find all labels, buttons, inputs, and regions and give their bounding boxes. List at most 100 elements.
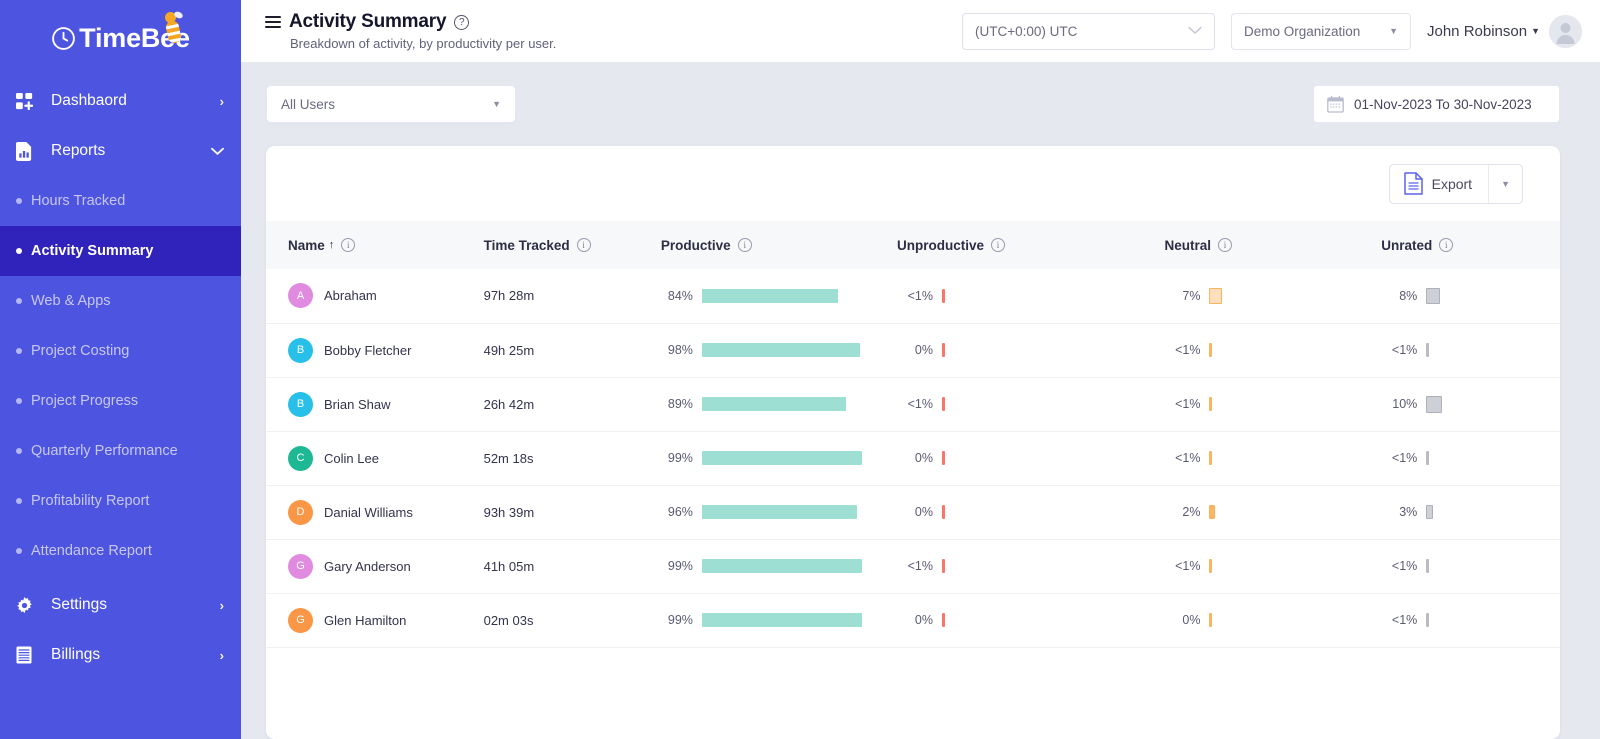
- info-icon[interactable]: i: [1218, 238, 1232, 252]
- neutral-bar: [1209, 343, 1213, 357]
- unproductive-percent: 0%: [914, 613, 933, 627]
- column-header-productive[interactable]: Productive i: [640, 221, 874, 269]
- bullet-icon: [16, 298, 22, 304]
- table-row[interactable]: G Gary Anderson 41h 05m 99% <1% <1% <1%: [266, 539, 1560, 594]
- info-icon[interactable]: i: [1439, 238, 1454, 252]
- user-filter-select[interactable]: All Users ▼: [266, 85, 516, 123]
- hamburger-icon[interactable]: [265, 16, 281, 28]
- cell-unrated: <1%: [1357, 431, 1560, 486]
- organization-select[interactable]: Demo Organization ▼: [1231, 12, 1411, 50]
- cell-name: G Glen Hamilton: [266, 593, 464, 648]
- cell-unrated: 10%: [1357, 377, 1560, 432]
- sidebar-item-label: Attendance Report: [31, 543, 152, 559]
- productive-percent: 99%: [667, 559, 693, 573]
- sidebar-item-label: Dashbaord: [51, 92, 127, 109]
- sidebar-item-billings[interactable]: Billings ›: [0, 630, 241, 680]
- gear-icon: [16, 596, 40, 614]
- avatar: B: [288, 391, 313, 417]
- sidebar-item-reports[interactable]: Reports: [0, 126, 241, 176]
- user-menu[interactable]: John Robinson ▼: [1427, 14, 1582, 48]
- unrated-percent: <1%: [1391, 451, 1418, 465]
- table-row[interactable]: C Colin Lee 52m 18s 99% 0% <1% <1%: [266, 431, 1560, 486]
- table-row[interactable]: B Bobby Fletcher 49h 25m 98% 0% <1% <1%: [266, 323, 1560, 378]
- column-label: Name: [288, 237, 325, 253]
- app-logo[interactable]: TimeBee: [0, 0, 241, 76]
- unproductive-percent: <1%: [907, 288, 933, 303]
- unrated-bar: [1426, 395, 1443, 413]
- activity-summary-table: Name ↑ i Time Tracked i Productive i Unp…: [266, 221, 1560, 648]
- unrated-percent: <1%: [1391, 613, 1418, 627]
- cell-unproductive: 0%: [873, 593, 1143, 648]
- sidebar-item-hours-tracked[interactable]: Hours Tracked: [0, 176, 241, 226]
- productive-percent: 98%: [667, 343, 693, 357]
- sidebar-item-profitability-report[interactable]: Profitability Report: [0, 476, 241, 526]
- date-range-picker[interactable]: 01-Nov-2023 To 30-Nov-2023: [1313, 85, 1560, 123]
- info-icon[interactable]: i: [990, 238, 1005, 252]
- sidebar-item-label: Hours Tracked: [31, 193, 126, 209]
- sidebar-item-attendance-report[interactable]: Attendance Report: [0, 526, 241, 576]
- cell-unproductive: <1%: [873, 377, 1143, 432]
- sidebar-item-label: Billings: [51, 646, 101, 663]
- sidebar-item-project-progress[interactable]: Project Progress: [0, 376, 241, 426]
- question-mark-icon[interactable]: ?: [454, 14, 470, 30]
- sidebar-item-web-and-apps[interactable]: Web & Apps: [0, 276, 241, 326]
- sort-ascending-icon[interactable]: ↑: [329, 239, 335, 251]
- cell-unproductive: 0%: [873, 323, 1143, 378]
- chevron-down-icon: ▼: [1389, 26, 1398, 36]
- export-dropdown-toggle[interactable]: ▼: [1488, 164, 1522, 203]
- user-name-text: Glen Hamilton: [324, 612, 407, 628]
- info-icon[interactable]: i: [576, 238, 591, 252]
- sidebar-item-project-costing[interactable]: Project Costing: [0, 326, 241, 376]
- sidebar-item-label: Project Costing: [31, 343, 130, 359]
- avatar: D: [288, 499, 313, 525]
- productive-percent: 96%: [667, 505, 693, 519]
- bullet-icon: [16, 248, 22, 254]
- table-row[interactable]: G Glen Hamilton 02m 03s 99% 0% 0% <1%: [266, 593, 1560, 648]
- cell-unproductive: <1%: [873, 539, 1143, 594]
- info-icon[interactable]: i: [737, 238, 752, 252]
- avatar: C: [288, 445, 313, 471]
- column-header-neutral[interactable]: Neutral i: [1142, 221, 1358, 269]
- cell-productive: 98%: [640, 323, 874, 378]
- card-toolbar: Export ▼: [266, 146, 1560, 221]
- productive-bar: [701, 343, 861, 357]
- table-row[interactable]: B Brian Shaw 26h 42m 89% <1% <1% 10%: [266, 377, 1560, 432]
- unrated-bar: [1426, 559, 1430, 573]
- sidebar-item-activity-summary[interactable]: Activity Summary: [0, 226, 241, 276]
- info-icon[interactable]: i: [341, 238, 356, 252]
- organization-value: Demo Organization: [1244, 23, 1361, 39]
- neutral-bar: [1209, 397, 1213, 411]
- column-header-unproductive[interactable]: Unproductive i: [873, 221, 1143, 269]
- table-row[interactable]: A Abraham 97h 28m 84% <1% 7% 8%: [266, 269, 1560, 324]
- column-header-name[interactable]: Name ↑ i: [266, 221, 464, 269]
- time-tracked-value: 26h 42m: [483, 396, 535, 412]
- cell-neutral: 7%: [1142, 269, 1358, 324]
- bullet-icon: [16, 498, 22, 504]
- user-name-text: Abraham: [324, 288, 377, 304]
- sidebar-item-quarterly-performance[interactable]: Quarterly Performance: [0, 426, 241, 476]
- unrated-percent: <1%: [1391, 559, 1418, 573]
- avatar: G: [288, 607, 313, 633]
- export-button[interactable]: Export ▼: [1388, 163, 1523, 204]
- timezone-select[interactable]: (UTC+0:00) UTC: [962, 12, 1215, 50]
- bullet-icon: [16, 198, 22, 204]
- column-header-unrated[interactable]: Unrated i: [1357, 221, 1560, 269]
- main-content: Activity Summary ? Breakdown of activity…: [241, 0, 1600, 739]
- table-row[interactable]: D Danial Williams 93h 39m 96% 0% 2% 3%: [266, 485, 1560, 540]
- neutral-percent: <1%: [1175, 451, 1201, 465]
- unproductive-bar: [941, 288, 945, 303]
- column-header-time-tracked[interactable]: Time Tracked i: [463, 221, 641, 269]
- bullet-icon: [16, 448, 22, 454]
- sidebar-item-settings[interactable]: Settings ›: [0, 580, 241, 630]
- productive-percent: 84%: [667, 288, 693, 303]
- cell-name: A Abraham: [266, 269, 464, 324]
- sidebar-item-label: Profitability Report: [31, 493, 150, 509]
- sidebar-item-dashboard[interactable]: Dashbaord ›: [0, 76, 241, 126]
- unrated-percent: 10%: [1392, 397, 1418, 411]
- sidebar: TimeBee Dashbaord › Reports Hours Tracke…: [0, 0, 241, 739]
- sidebar-item-label: Web & Apps: [31, 293, 111, 309]
- cell-productive: 96%: [640, 485, 874, 540]
- column-label: Unrated: [1381, 237, 1433, 253]
- filter-bar: All Users ▼ 01-Nov-2023 To 30-Nov-2023: [241, 62, 1600, 146]
- avatar[interactable]: [1549, 14, 1582, 48]
